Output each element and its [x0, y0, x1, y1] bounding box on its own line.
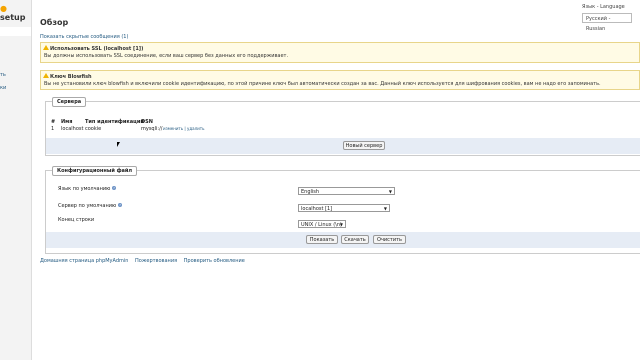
server-row-num: 1: [51, 126, 55, 132]
clear-button[interactable]: Очистить: [373, 235, 406, 244]
config-legend: Конфигурационный файл: [52, 166, 138, 176]
column-header-name: Имя: [61, 119, 73, 125]
warning-icon: [43, 45, 49, 50]
config-actions-band: Показать Скачать Очистить: [46, 232, 640, 248]
sidebar: ● setup ть ки: [0, 0, 32, 360]
default-language-label: Язык по умолчанию: [58, 186, 111, 192]
notice-ssl-text: Вы должны использовать SSL соединение, е…: [44, 53, 289, 59]
footer-link-donate[interactable]: Пожертвования: [135, 258, 177, 264]
default-language-value: English: [301, 189, 320, 195]
sidebar-item-other[interactable]: ки: [0, 85, 6, 91]
language-label: Язык - Language: [582, 4, 625, 10]
eol-label: Конец строки: [58, 217, 95, 223]
config-fieldset: Конфигурационный файл Язык по умолчанию …: [45, 166, 640, 254]
servers-actions-band: Новый сервер: [46, 138, 640, 154]
warning-icon: [43, 73, 49, 78]
notice-blowfish: Ключ Blowfish Вы не установили ключ blow…: [40, 70, 640, 90]
logo-text: setup: [0, 13, 26, 22]
language-select-value: Русский - Russian: [586, 16, 611, 32]
new-server-button[interactable]: Новый сервер: [343, 141, 385, 150]
notice-ssl-head: Использовать SSL (localhost [1]): [50, 46, 144, 52]
page-title: Обзор: [40, 18, 69, 27]
footer-link-check-update[interactable]: Проверить обновление: [184, 258, 245, 264]
language-select[interactable]: Русский - Russian: [582, 13, 632, 32]
column-header-num: #: [51, 119, 56, 125]
notice-ssl: Использовать SSL (localhost [1]) Вы долж…: [40, 42, 640, 63]
servers-legend: Сервера: [52, 97, 87, 107]
eol-select[interactable]: UNIX / Linux (\n) ▼: [298, 220, 346, 228]
main-content: Обзор Показать скрытые сообщения (1) Язы…: [38, 0, 640, 360]
help-icon[interactable]: ?: [112, 186, 116, 190]
mouse-cursor-icon: [117, 142, 120, 147]
sidebar-item-settings[interactable]: ть: [0, 72, 6, 78]
server-row-actions[interactable]: изменить | удалить: [163, 126, 204, 131]
default-language-select[interactable]: English ▼: [298, 187, 395, 195]
column-header-dsn: DSN: [141, 119, 153, 125]
default-server-label: Сервер по умолчанию: [58, 203, 117, 209]
notice-blowfish-head: Ключ Blowfish: [50, 74, 92, 80]
sidebar-selected-item[interactable]: [0, 27, 31, 36]
download-button[interactable]: Скачать: [341, 235, 369, 244]
default-server-select[interactable]: localhost [1] ▼: [298, 204, 390, 212]
server-row-auth: cookie: [85, 126, 102, 132]
servers-fieldset: Сервера # Имя Тип идентификации DSN 1 lo…: [45, 97, 640, 156]
server-row-dsn: mysqli://: [141, 126, 163, 132]
notice-blowfish-text: Вы не установили ключ blowfish и включил…: [44, 81, 601, 87]
chevron-down-icon: ▼: [383, 206, 387, 211]
eol-value: UNIX / Linux (\n): [301, 222, 342, 228]
footer-link-homepage[interactable]: Домашняя страница phpMyAdmin: [40, 258, 128, 264]
footer-links: Домашняя страница phpMyAdmin Пожертвован…: [40, 258, 250, 264]
column-header-auth: Тип идентификации: [85, 119, 144, 125]
chevron-down-icon: ▼: [339, 222, 343, 227]
display-button[interactable]: Показать: [306, 235, 338, 244]
logo: ● setup: [0, 4, 26, 22]
chevron-down-icon: ▼: [388, 189, 392, 194]
help-icon[interactable]: ?: [118, 203, 122, 207]
show-hidden-messages-link[interactable]: Показать скрытые сообщения (1): [40, 34, 128, 40]
default-server-value: localhost [1]: [301, 206, 333, 212]
server-row-name: localhost: [61, 126, 84, 132]
